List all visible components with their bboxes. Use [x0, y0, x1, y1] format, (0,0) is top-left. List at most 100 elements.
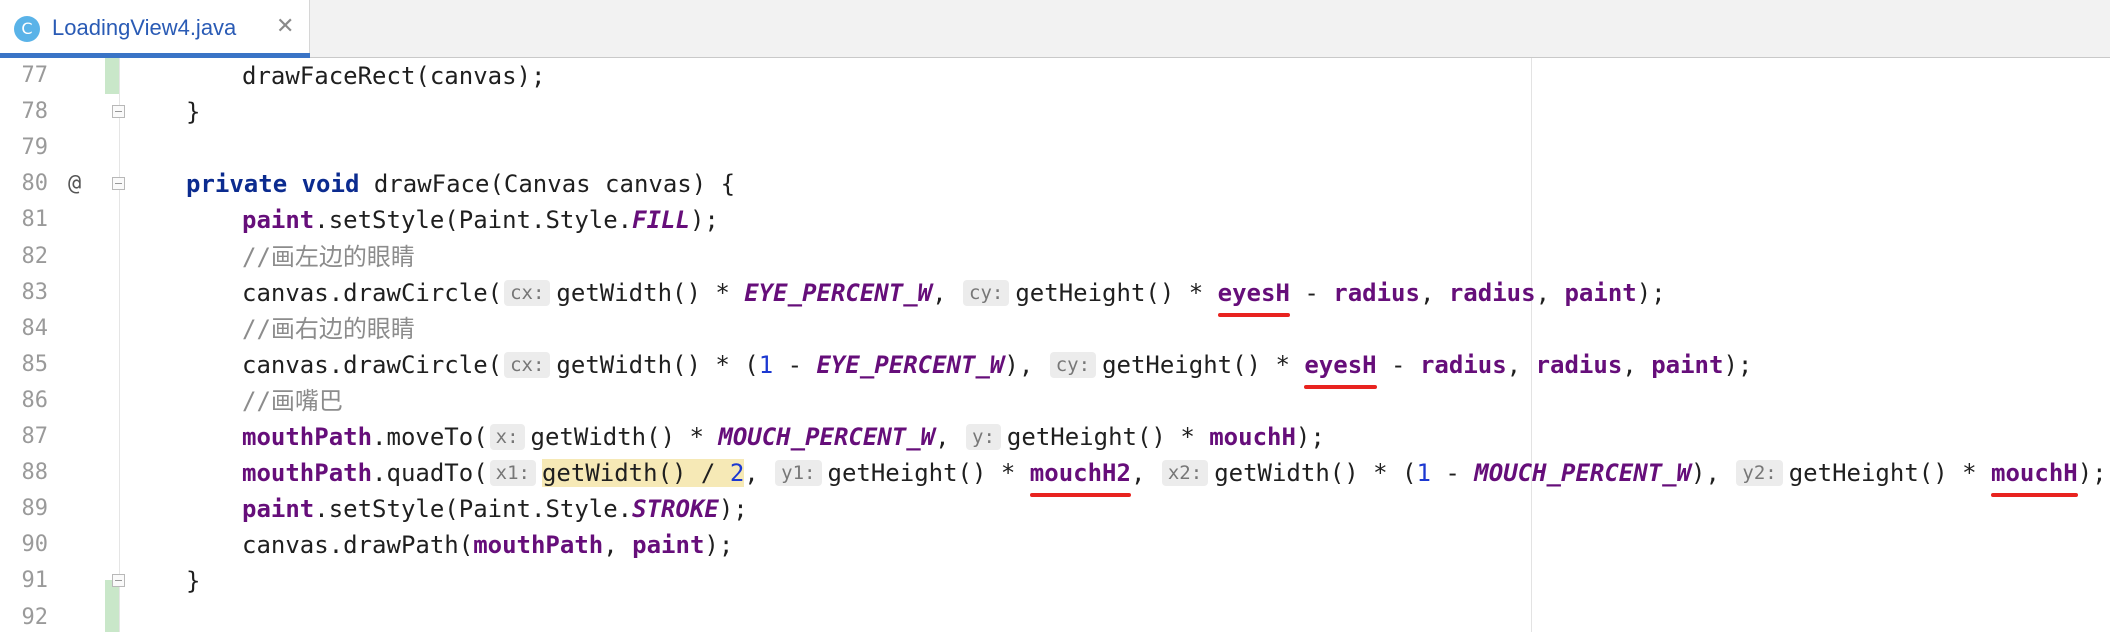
- line-number: 87: [21, 424, 49, 449]
- file-tab[interactable]: C LoadingView4.java ✕: [0, 0, 310, 58]
- keyword-token: private: [186, 170, 288, 199]
- code-text[interactable]: //画左边的眼睛: [242, 239, 415, 275]
- code-line[interactable]: 81 paint.setStyle(Paint.Style.FILL);: [0, 202, 2110, 238]
- code-text[interactable]: drawFaceRect(canvas);: [242, 58, 545, 94]
- code-line[interactable]: 78}: [0, 94, 2110, 130]
- code-token: ,: [1535, 278, 1565, 307]
- field-token: radius: [1535, 350, 1623, 379]
- code-text[interactable]: paint.setStyle(Paint.Style.STROKE);: [242, 491, 748, 527]
- underlined-field-token: mouchH: [1991, 455, 2078, 498]
- code-line[interactable]: 84 //画右边的眼睛: [0, 311, 2110, 347]
- code-text[interactable]: paint.setStyle(Paint.Style.FILL);: [242, 202, 719, 238]
- code-text[interactable]: //画右边的眼睛: [242, 311, 415, 347]
- code-text[interactable]: }: [186, 563, 200, 599]
- code-text[interactable]: //画嘴巴: [242, 383, 343, 419]
- constant-token: STROKE: [632, 495, 719, 524]
- parameter-hint: cy:: [1049, 351, 1097, 378]
- code-token: -: [1289, 278, 1334, 307]
- code-token: canvas.drawCircle(: [242, 350, 503, 379]
- code-token: );: [718, 495, 748, 524]
- line-number: 92: [21, 604, 49, 630]
- code-line[interactable]: 85 canvas.drawCircle(cx: getWidth() * (1 -…: [0, 347, 2110, 389]
- code-token: getWidth() *: [556, 278, 745, 307]
- line-number: 80: [21, 171, 49, 197]
- code-token: getHeight() *: [1006, 423, 1210, 451]
- code-token: );: [704, 531, 734, 560]
- code-token: getHeight() *: [1015, 278, 1218, 307]
- code-token: -: [1430, 459, 1475, 488]
- fold-marker-icon[interactable]: [112, 177, 125, 191]
- field-token: mouchH: [1209, 423, 1296, 451]
- code-token: getWidth() * (: [1214, 459, 1417, 488]
- parameter-hint: y2:: [1736, 460, 1783, 487]
- editor-tab-bar: C LoadingView4.java ✕: [0, 0, 2110, 58]
- line-number: 82: [21, 243, 49, 269]
- code-token: );: [2077, 459, 2107, 488]
- code-editor[interactable]: 77 drawFaceRect(canvas); 78} 79 80 @ private v…: [0, 58, 2110, 632]
- field-token: mouthPath: [242, 459, 373, 488]
- code-line[interactable]: 92: [0, 600, 2110, 632]
- line-number: 78: [21, 99, 49, 125]
- parameter-hint: x1:: [489, 460, 536, 487]
- code-token: ,: [1622, 350, 1652, 379]
- code-token: ,: [935, 423, 965, 451]
- parameter-hint: y1:: [775, 460, 822, 487]
- code-line[interactable]: 80 @ private void drawFace(Canvas canvas) …: [0, 166, 2110, 202]
- fold-marker-icon[interactable]: [112, 574, 125, 588]
- code-line[interactable]: 90 canvas.drawPath(mouthPath, paint);: [0, 527, 2110, 563]
- field-token: paint: [632, 531, 705, 560]
- line-number: 85: [21, 351, 49, 377]
- code-token: );: [1295, 423, 1325, 451]
- underlined-field-token: eyesH: [1217, 275, 1291, 317]
- code-text[interactable]: mouthPath.moveTo(x: getWidth() * MOUCH_PE…: [242, 419, 1325, 455]
- code-token: );: [689, 206, 719, 235]
- code-token: );: [1723, 350, 1753, 379]
- code-text[interactable]: private void drawFace(Canvas canvas) {: [186, 166, 735, 202]
- code-token: ,: [932, 278, 962, 307]
- code-line[interactable]: 82 //画左边的眼睛: [0, 239, 2110, 275]
- number-token: 1: [1416, 459, 1431, 488]
- code-text[interactable]: canvas.drawCircle(cx: getWidth() * EYE_PE…: [242, 275, 1666, 317]
- parameter-hint: x2:: [1161, 460, 1209, 487]
- code-text[interactable]: canvas.drawCircle(cx: getWidth() * (1 - E…: [242, 347, 1753, 389]
- code-token: -: [773, 350, 817, 379]
- field-token: mouthPath: [473, 531, 604, 560]
- code-line[interactable]: 88 mouthPath.quadTo(x1: getWidth() / 2, y1…: [0, 455, 2110, 498]
- code-line[interactable]: 83 canvas.drawCircle(cx: getWidth() * EYE_…: [0, 275, 2110, 317]
- code-token: drawFaceRect(canvas);: [242, 62, 546, 90]
- code-line[interactable]: 86 //画嘴巴: [0, 383, 2110, 419]
- code-token: ,: [603, 531, 633, 560]
- constant-token: MOUCH_PERCENT_W: [1474, 459, 1692, 488]
- code-text[interactable]: canvas.drawPath(mouthPath, paint);: [242, 527, 733, 563]
- line-number: 91: [21, 568, 49, 594]
- code-token: }: [186, 567, 201, 596]
- code-token: ,: [744, 459, 774, 488]
- override-gutter-icon[interactable]: @: [68, 166, 81, 202]
- code-token: getWidth() *: [530, 423, 719, 451]
- code-line[interactable]: 77 drawFaceRect(canvas);: [0, 58, 2110, 94]
- comment-token: //画左边的眼睛: [242, 242, 415, 271]
- code-token: drawFace(Canvas canvas) {: [359, 170, 736, 199]
- parameter-hint: cx:: [504, 279, 551, 306]
- close-icon[interactable]: ✕: [276, 14, 294, 39]
- code-line[interactable]: 87 mouthPath.moveTo(x: getWidth() * MOUCH_…: [0, 419, 2110, 455]
- line-number: 79: [21, 135, 49, 161]
- code-token: }: [186, 98, 201, 127]
- line-number: 81: [21, 207, 49, 233]
- code-line[interactable]: 91}: [0, 563, 2110, 599]
- code-text[interactable]: mouthPath.quadTo(x1: getWidth() / 2, y1: g…: [242, 455, 2107, 498]
- underlined-field-token: mouchH2: [1029, 455, 1132, 498]
- code-token: .setStyle(Paint.Style.: [314, 495, 633, 524]
- parameter-hint: x:: [489, 424, 525, 450]
- underlined-field-token: eyesH: [1304, 347, 1377, 389]
- number-token: 1: [758, 350, 774, 379]
- code-text[interactable]: }: [186, 94, 200, 130]
- constant-token: FILL: [632, 206, 690, 235]
- fold-marker-icon[interactable]: [112, 105, 125, 119]
- code-line[interactable]: 79: [0, 130, 2110, 166]
- java-class-icon: C: [14, 16, 40, 42]
- field-token: radius: [1419, 350, 1507, 379]
- code-line[interactable]: 89 paint.setStyle(Paint.Style.STROKE);: [0, 491, 2110, 527]
- code-token: ),: [1691, 459, 1735, 488]
- field-token: paint: [1564, 278, 1637, 307]
